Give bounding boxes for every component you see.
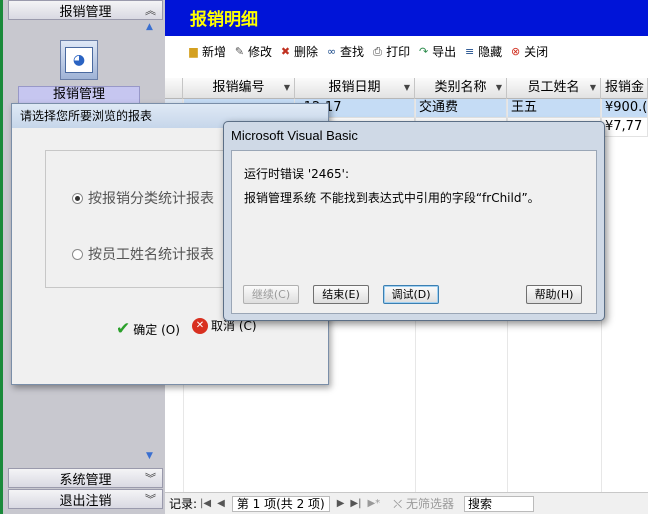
nav-section-system-label: 系统管理 bbox=[59, 472, 112, 488]
nav-section-expense-label: 报销管理 bbox=[59, 4, 112, 20]
records-label: 记录: bbox=[169, 497, 198, 511]
dialog-body: 运行时错误 '2465': 报销管理系统 不能找到表达式中引用的字段“frChi… bbox=[231, 150, 597, 314]
error-code-text: 运行时错误 '2465': bbox=[244, 167, 349, 181]
page-title: 报销明细 bbox=[190, 10, 258, 30]
table-cell[interactable]: ¥900.( bbox=[601, 99, 648, 118]
column-header[interactable]: 报销金 bbox=[601, 78, 648, 99]
column-header[interactable]: 员工姓名 ▼ bbox=[507, 78, 601, 99]
previous-record-icon[interactable]: ◀ bbox=[217, 498, 225, 509]
nav-section-logout[interactable]: 退出注销 ︾ bbox=[8, 489, 163, 509]
table-cell[interactable]: ¥7,77 bbox=[601, 118, 648, 137]
radio-selected-icon bbox=[72, 192, 83, 204]
binoculars-icon: ∞ bbox=[326, 44, 337, 58]
dropdown-arrow-icon[interactable]: ▼ bbox=[404, 78, 410, 98]
continue-button: 继续(C) bbox=[243, 285, 299, 304]
help-button[interactable]: 帮助(H) bbox=[526, 285, 582, 304]
search-input[interactable]: 搜索 bbox=[463, 495, 534, 512]
table-cell[interactable]: 王五 bbox=[507, 99, 601, 118]
ok-button[interactable]: ✔ 确定 (O) bbox=[116, 319, 180, 339]
export-button[interactable]: ↷ 导出 bbox=[417, 43, 456, 60]
table-cell[interactable]: 交通费 bbox=[415, 99, 507, 118]
nav-section-logout-label: 退出注销 bbox=[59, 493, 112, 509]
chevron-down-icon[interactable]: ︾ bbox=[145, 491, 156, 507]
hide-button[interactable]: ≡ 隐藏 bbox=[463, 43, 502, 60]
add-button[interactable]: ▆ 新增 bbox=[187, 43, 226, 60]
filter-icon: ⛌ bbox=[393, 497, 403, 511]
scroll-down-arrow-icon[interactable]: ▼ bbox=[146, 451, 153, 461]
hide-icon: ≡ bbox=[464, 44, 475, 58]
current-record-field[interactable]: 第 1 项(共 2 项) bbox=[231, 495, 330, 512]
cancel-icon: ✕ bbox=[192, 317, 208, 334]
delete-icon: ✖ bbox=[280, 44, 291, 58]
dropdown-arrow-icon[interactable]: ▼ bbox=[496, 78, 502, 98]
filter-toggle[interactable]: ⛌ 无筛选器 bbox=[393, 495, 454, 512]
checkmark-icon: ✔ bbox=[116, 319, 131, 339]
nav-section-system[interactable]: 系统管理 ︾ bbox=[8, 468, 163, 488]
close-icon: ⊗ bbox=[511, 44, 521, 58]
folder-icon: ▆ bbox=[189, 44, 198, 58]
expense-report-icon[interactable]: ◕ bbox=[60, 40, 98, 80]
find-button[interactable]: ∞ 查找 bbox=[325, 43, 364, 60]
delete-button[interactable]: ✖ 删除 bbox=[279, 43, 318, 60]
column-header[interactable]: 类别名称 ▼ bbox=[415, 78, 507, 99]
printer-icon: ⎙ bbox=[373, 44, 382, 58]
vb-runtime-error-dialog: Microsoft Visual Basic 运行时错误 '2465': 报销管… bbox=[223, 121, 605, 321]
edit-button[interactable]: ✎ 修改 bbox=[233, 43, 272, 60]
radio-employee-report[interactable]: 按员工姓名统计报表 bbox=[72, 244, 214, 264]
first-record-icon[interactable]: |◀ bbox=[200, 498, 211, 509]
last-record-icon[interactable]: ▶| bbox=[350, 498, 361, 509]
chevron-down-icon[interactable]: ︾ bbox=[145, 470, 156, 486]
close-button[interactable]: ⊗ 关闭 bbox=[509, 43, 548, 60]
dropdown-arrow-icon[interactable]: ▼ bbox=[590, 78, 596, 98]
debug-button[interactable]: 调试(D) bbox=[383, 285, 439, 304]
record-navigation-bar: 记录: |◀ ◀ 第 1 项(共 2 项) ▶ ▶| ▶* ⛌ 无筛选器 搜索 bbox=[165, 492, 648, 514]
radio-unselected-icon bbox=[72, 248, 83, 260]
print-button[interactable]: ⎙ 打印 bbox=[371, 43, 410, 60]
chevron-up-icon[interactable]: ︽ bbox=[145, 2, 156, 18]
pencil-icon: ✎ bbox=[234, 44, 245, 58]
select-all-corner[interactable] bbox=[165, 78, 183, 99]
new-record-icon[interactable]: ▶* bbox=[367, 498, 380, 509]
end-button[interactable]: 结束(E) bbox=[313, 285, 369, 304]
next-record-icon[interactable]: ▶ bbox=[337, 498, 345, 509]
dialog-title: Microsoft Visual Basic bbox=[231, 128, 358, 143]
scroll-up-arrow-icon[interactable]: ▲ bbox=[146, 22, 153, 32]
nav-item-expense-management[interactable]: 报销管理 bbox=[18, 86, 140, 104]
column-header[interactable]: 报销日期 ▼ bbox=[295, 78, 415, 99]
grid-header-row: 报销编号 ▼ 报销日期 ▼ 类别名称 ▼ 员工姓名 ▼ 报销金 bbox=[165, 78, 648, 99]
export-icon: ↷ bbox=[418, 44, 429, 58]
nav-section-expense[interactable]: 报销管理 ︽ bbox=[8, 0, 163, 20]
error-message-text: 报销管理系统 不能找到表达式中引用的字段“frChild”。 bbox=[244, 191, 540, 205]
toolbar: ▆ 新增 ✎ 修改 ✖ 删除 ∞ 查找 ⎙ 打印 ↷ 导出 ≡ 隐藏 ⊗ 关闭 bbox=[165, 36, 648, 66]
radio-category-report[interactable]: 按报销分类统计报表 bbox=[72, 188, 214, 208]
dropdown-arrow-icon[interactable]: ▼ bbox=[284, 78, 290, 98]
column-header[interactable]: 报销编号 ▼ bbox=[183, 78, 295, 99]
